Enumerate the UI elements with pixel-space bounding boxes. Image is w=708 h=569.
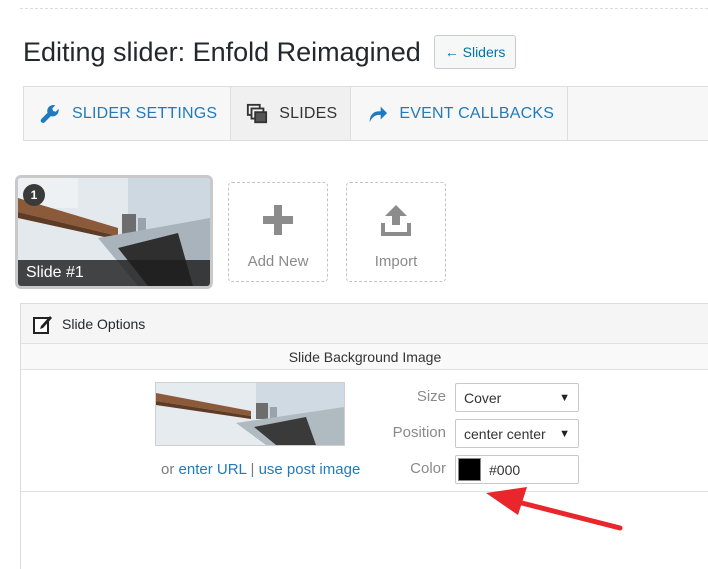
position-select-value: center center: [464, 425, 546, 442]
or-text: or: [161, 461, 179, 478]
dropdown-arrow-icon: ▼: [559, 392, 570, 404]
wrench-icon: [38, 102, 62, 126]
tab-slides[interactable]: SLIDES: [231, 87, 352, 140]
upload-icon: [381, 200, 411, 240]
dropdown-arrow-icon: ▼: [559, 428, 570, 440]
use-post-image-link[interactable]: use post image: [259, 461, 361, 478]
slide-number-badge: 1: [23, 184, 45, 206]
add-new-slide-button[interactable]: Add New: [228, 182, 328, 282]
page-title: Editing slider: Enfold Reimagined: [23, 36, 421, 67]
image-source-links: or enter URL | use post image: [161, 461, 360, 478]
slide-options-panel: Slide Options Slide Background Image or …: [20, 303, 708, 569]
tab-slides-label: SLIDES: [279, 104, 338, 122]
size-select[interactable]: Cover ▼: [455, 383, 579, 412]
import-label: Import: [374, 253, 418, 270]
title-row: Editing slider: Enfold Reimagined ← Slid…: [23, 34, 517, 70]
options-divider: [21, 491, 708, 492]
tab-event-callbacks[interactable]: EVENT CALLBACKS: [351, 87, 569, 140]
slide-label: Slide #1: [18, 260, 210, 286]
background-image-section-title: Slide Background Image: [21, 344, 708, 370]
import-slide-button[interactable]: Import: [346, 182, 446, 282]
plus-icon: [261, 200, 295, 240]
top-divider: [20, 8, 708, 9]
slide-options-header: Slide Options: [21, 304, 708, 344]
size-label: Size: [416, 388, 446, 405]
enter-url-link[interactable]: enter URL: [179, 461, 247, 478]
slide-options-title: Slide Options: [62, 315, 146, 332]
color-input[interactable]: #000: [455, 455, 579, 484]
add-new-label: Add New: [247, 253, 309, 270]
color-swatch[interactable]: [458, 458, 481, 481]
tab-slider-settings-label: SLIDER SETTINGS: [72, 104, 218, 122]
tab-bar: SLIDER SETTINGS SLIDES EVENT CALLBACKS: [23, 86, 708, 141]
back-to-sliders-button[interactable]: ← Sliders: [433, 35, 517, 69]
color-label: Color: [410, 460, 446, 477]
background-image-preview[interactable]: [155, 382, 345, 446]
color-value: #000: [489, 461, 521, 478]
slides-icon: [245, 102, 269, 126]
edit-icon: [33, 314, 53, 334]
position-select[interactable]: center center ▼: [455, 419, 579, 448]
link-separator: |: [246, 461, 259, 478]
position-label: Position: [392, 424, 446, 441]
curved-arrow-icon: [365, 102, 389, 126]
slide-thumbnail[interactable]: 1 Slide #1: [15, 175, 213, 289]
tab-event-callbacks-label: EVENT CALLBACKS: [399, 104, 555, 122]
tab-slider-settings[interactable]: SLIDER SETTINGS: [24, 87, 232, 140]
size-select-value: Cover: [464, 389, 502, 406]
